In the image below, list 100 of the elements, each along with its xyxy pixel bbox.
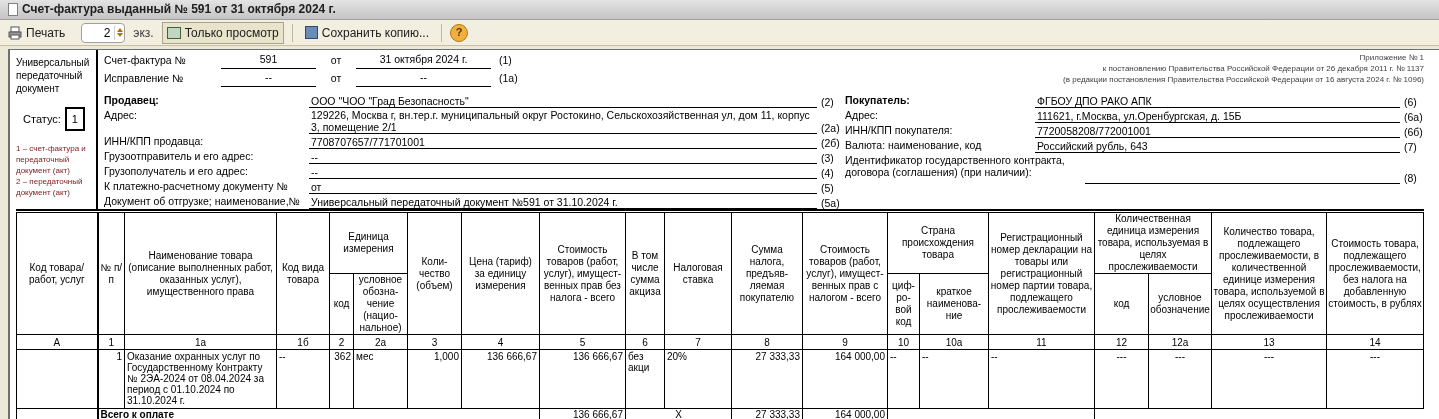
column-header: Регистрационный номер декларации на товары или регистрационный номер партии товара, подлежащего прослеживаемости [988, 212, 1095, 335]
field-label: Счет-фактура № [104, 53, 187, 69]
field-label: Идентификатор государственного контракта, договора (соглашения) (при наличии): [845, 154, 1066, 178]
document-icon [8, 3, 18, 16]
field-code: (3) [820, 152, 835, 164]
date-label: от [329, 71, 343, 87]
table-cell: 136 666,67 [539, 408, 626, 419]
status-value: 1 [64, 107, 85, 131]
field-code: (6а) [1403, 111, 1424, 123]
field-label: ИНН/КПП продавца: [104, 135, 205, 147]
column-header: код [329, 273, 354, 335]
column-number: 1б [276, 334, 330, 350]
field-label: Документ об отгрузке; наименование,№ [104, 195, 301, 207]
printer-icon [8, 25, 22, 40]
table-cell: 1,000 [407, 349, 462, 409]
column-number: 10 [887, 334, 920, 350]
status-legend-text: 1 – счет-фактура и передаточный документ (акт) [16, 143, 87, 176]
column-number: 12 [1094, 334, 1149, 350]
invoice-date: 31 октября 2024 г. [356, 52, 491, 69]
field-value: Российский рубль, 643 [1035, 140, 1400, 153]
column-header: Стоимость товаров (работ, услуг), имущест- венных прав с налогом - всего [802, 212, 888, 335]
column-header: Количественная единица измерения товара, используемая в целях прослеживаемости [1094, 212, 1212, 274]
table-cell: 136 666,67 [461, 349, 540, 409]
field-code: (6) [1403, 96, 1418, 108]
invoice-date: -- [356, 70, 491, 87]
invoice-number: 591 [221, 52, 316, 69]
table-cell: 362 [329, 349, 354, 409]
field-code: (5а) [820, 197, 841, 209]
status-legend-text: 2 – передаточный документ (акт) [16, 176, 84, 198]
field-label: Продавец: [104, 94, 160, 106]
column-header: Наименование товара (описание выполненных работ, оказанных услуг), имущественного права [124, 212, 277, 335]
field-value: 7720058208/772001001 [1035, 125, 1400, 138]
column-header: № п/п [97, 212, 125, 335]
table-cell: 136 666,67 [539, 349, 626, 409]
column-number: 12а [1148, 334, 1212, 350]
totals-label: Всего к оплате [97, 408, 540, 419]
column-header: Коли- чество (объем) [407, 212, 462, 335]
field-code: (8) [1403, 172, 1418, 184]
column-number: А [16, 334, 98, 350]
field-value: Универсальный передаточный документ №591 от 31.10.2024 г. [309, 196, 817, 209]
table-cell: 20% [664, 349, 732, 409]
column-header: Код вида товара [276, 212, 330, 335]
column-number: 2 [329, 334, 354, 350]
appendix-note: к постановлению Правительства Российской Федерации от 26 декабря 2011 г. № 1137 [1102, 63, 1424, 74]
field-code: (1) [498, 53, 512, 69]
column-number: 6 [625, 334, 665, 350]
table-cell: --- [1211, 349, 1327, 409]
table-cell: -- [919, 349, 989, 409]
field-value: 111621, г.Москва, ул.Оренбургская, д. 15Б [1035, 110, 1400, 123]
table-cell: --- [1148, 349, 1212, 409]
field-value: ООО "ЧОО "Град Безопасность" [309, 95, 817, 108]
column-number: 8 [731, 334, 803, 350]
table-cell: --- [1094, 349, 1149, 409]
table-cell: 27 333,33 [731, 349, 803, 409]
table-cell: мес [353, 349, 408, 409]
print-button[interactable]: Печать [4, 22, 70, 43]
field-value: -- [309, 151, 817, 164]
window-title: Счет-фактура выданный № 591 от 31 октября 2024 г. [22, 3, 336, 16]
column-header: В том числе сумма акциза [625, 212, 665, 335]
field-code: (7) [1403, 141, 1418, 153]
save-copy-button[interactable]: Сохранить копию... [300, 22, 433, 43]
field-label: Адрес: [845, 109, 879, 121]
column-header: код [1094, 273, 1149, 335]
view-only-toggle[interactable]: Только просмотр [161, 21, 284, 44]
table-cell: без акци [625, 349, 665, 409]
quantity-spinner[interactable]: 2 [81, 22, 126, 43]
field-value: от [309, 181, 817, 194]
field-label: К платежно-расчетному документу № [104, 180, 289, 192]
table-cell: -- [887, 349, 920, 409]
help-button[interactable]: ? [450, 23, 468, 42]
appendix-note: Приложение № 1 [1359, 52, 1424, 63]
column-number: 2а [353, 334, 408, 350]
field-label: Валюта: наименование, код [845, 139, 983, 151]
field-label: Грузополучатель и его адрес: [104, 165, 249, 177]
status-label: Статус: [23, 111, 61, 127]
column-header: Код товара/ работ, услуг [16, 212, 98, 335]
appendix-note: (в редакции постановления Правительства Российской Федерации от 16 августа 2024 г. № 1096) [1063, 74, 1424, 85]
table-cell: 1 [97, 349, 125, 409]
field-label: ИНН/КПП покупателя: [845, 124, 954, 136]
column-number: 1а [124, 334, 277, 350]
field-label: Исправление № [104, 71, 185, 87]
column-header: Налоговая ставка [664, 212, 732, 335]
field-code: (6б) [1403, 126, 1424, 138]
field-value: ФГБОУ ДПО РАКО АПК [1035, 95, 1400, 108]
column-header: Цена (тариф) за единицу измерения [461, 212, 540, 335]
column-header: Единица измерения [329, 212, 408, 274]
column-number: 3 [407, 334, 462, 350]
field-code: (2б) [820, 137, 841, 149]
column-number: 10а [919, 334, 989, 350]
field-code: (4) [820, 167, 835, 179]
column-number: 11 [988, 334, 1095, 350]
column-number: 5 [539, 334, 626, 350]
table-cell: --- [1326, 349, 1424, 409]
field-value: 129226, Москва г, вн.тер.г. муниципальный округ Ростокино, Сельскохозяйственная ул, дом 11, корпус 3, помещение 2/1 [309, 109, 817, 134]
field-value: 7708707657/771701001 [309, 136, 817, 149]
field-value: -- [309, 166, 817, 179]
column-number: 7 [664, 334, 732, 350]
field-code: (5) [820, 182, 835, 194]
field-code: (2) [820, 96, 835, 108]
field-label: Грузоотправитель и его адрес: [104, 150, 255, 162]
